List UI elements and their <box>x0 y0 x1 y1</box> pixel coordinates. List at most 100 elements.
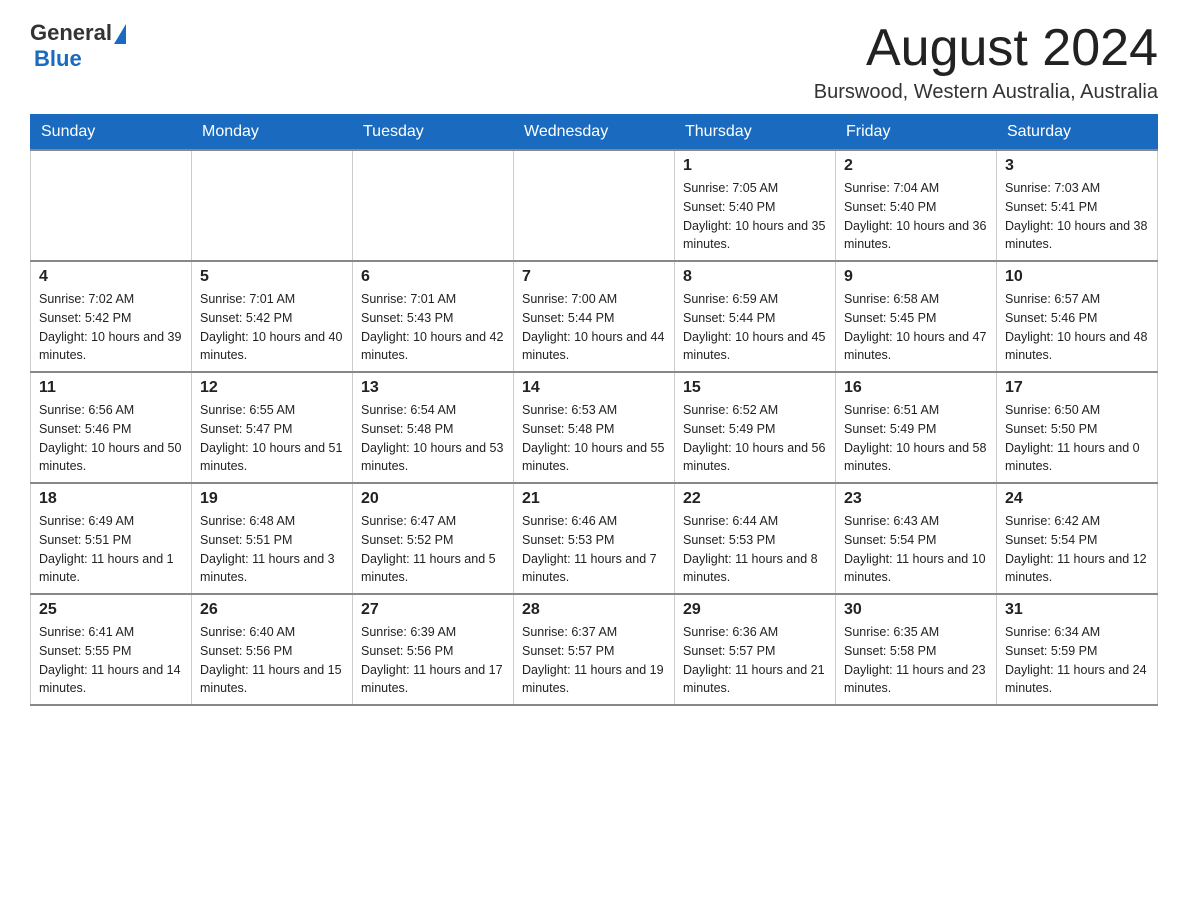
logo-triangle-icon <box>114 24 126 44</box>
day-info: Sunrise: 6:43 AM Sunset: 5:54 PM Dayligh… <box>844 512 988 587</box>
day-info: Sunrise: 6:37 AM Sunset: 5:57 PM Dayligh… <box>522 623 666 698</box>
day-number: 16 <box>844 379 988 397</box>
calendar-week-3: 11 Sunrise: 6:56 AM Sunset: 5:46 PM Dayli… <box>31 372 1158 483</box>
day-number: 7 <box>522 268 666 286</box>
location-label: Burswood, Western Australia, Australia <box>814 81 1158 104</box>
weekday-header-monday: Monday <box>192 115 353 151</box>
calendar-cell: 19 Sunrise: 6:48 AM Sunset: 5:51 PM Dayli… <box>192 483 353 594</box>
day-info: Sunrise: 6:54 AM Sunset: 5:48 PM Dayligh… <box>361 401 505 476</box>
day-number: 26 <box>200 601 344 619</box>
day-info: Sunrise: 7:01 AM Sunset: 5:42 PM Dayligh… <box>200 290 344 365</box>
calendar-header-row: SundayMondayTuesdayWednesdayThursdayFrid… <box>31 115 1158 151</box>
day-info: Sunrise: 6:34 AM Sunset: 5:59 PM Dayligh… <box>1005 623 1149 698</box>
day-info: Sunrise: 6:52 AM Sunset: 5:49 PM Dayligh… <box>683 401 827 476</box>
calendar-cell: 2Sunrise: 7:04 AM Sunset: 5:40 PM Daylig… <box>836 150 997 261</box>
weekday-header-thursday: Thursday <box>675 115 836 151</box>
calendar-week-4: 18 Sunrise: 6:49 AM Sunset: 5:51 PM Dayli… <box>31 483 1158 594</box>
day-number: 31 <box>1005 601 1149 619</box>
calendar-cell: 10 Sunrise: 6:57 AM Sunset: 5:46 PM Dayli… <box>997 261 1158 372</box>
logo-general-text: General <box>30 20 112 46</box>
day-number: 25 <box>39 601 183 619</box>
day-info: Sunrise: 7:02 AM Sunset: 5:42 PM Dayligh… <box>39 290 183 365</box>
day-info: Sunrise: 7:05 AM Sunset: 5:40 PM Dayligh… <box>683 179 827 254</box>
day-info: Sunrise: 6:42 AM Sunset: 5:54 PM Dayligh… <box>1005 512 1149 587</box>
calendar-table: SundayMondayTuesdayWednesdayThursdayFrid… <box>30 114 1158 706</box>
day-number: 27 <box>361 601 505 619</box>
day-info: Sunrise: 6:53 AM Sunset: 5:48 PM Dayligh… <box>522 401 666 476</box>
calendar-cell: 26 Sunrise: 6:40 AM Sunset: 5:56 PM Dayli… <box>192 594 353 705</box>
day-number: 18 <box>39 490 183 508</box>
day-number: 13 <box>361 379 505 397</box>
day-number: 17 <box>1005 379 1149 397</box>
day-info: Sunrise: 6:36 AM Sunset: 5:57 PM Dayligh… <box>683 623 827 698</box>
calendar-cell <box>31 150 192 261</box>
calendar-cell: 5 Sunrise: 7:01 AM Sunset: 5:42 PM Daylig… <box>192 261 353 372</box>
page-header: General Blue August 2024 Burswood, Weste… <box>30 20 1158 104</box>
calendar-cell: 4 Sunrise: 7:02 AM Sunset: 5:42 PM Daylig… <box>31 261 192 372</box>
day-info: Sunrise: 6:56 AM Sunset: 5:46 PM Dayligh… <box>39 401 183 476</box>
weekday-header-wednesday: Wednesday <box>514 115 675 151</box>
calendar-cell: 31 Sunrise: 6:34 AM Sunset: 5:59 PM Dayli… <box>997 594 1158 705</box>
calendar-cell: 13 Sunrise: 6:54 AM Sunset: 5:48 PM Dayli… <box>353 372 514 483</box>
calendar-cell <box>353 150 514 261</box>
day-number: 23 <box>844 490 988 508</box>
day-number: 15 <box>683 379 827 397</box>
month-title: August 2024 <box>814 20 1158 77</box>
weekday-header-tuesday: Tuesday <box>353 115 514 151</box>
day-info: Sunrise: 6:49 AM Sunset: 5:51 PM Dayligh… <box>39 512 183 587</box>
day-info: Sunrise: 6:40 AM Sunset: 5:56 PM Dayligh… <box>200 623 344 698</box>
day-info: Sunrise: 6:39 AM Sunset: 5:56 PM Dayligh… <box>361 623 505 698</box>
day-info: Sunrise: 7:04 AM Sunset: 5:40 PM Dayligh… <box>844 179 988 254</box>
day-number: 11 <box>39 379 183 397</box>
day-number: 4 <box>39 268 183 286</box>
day-info: Sunrise: 7:03 AM Sunset: 5:41 PM Dayligh… <box>1005 179 1149 254</box>
calendar-cell: 1 Sunrise: 7:05 AM Sunset: 5:40 PM Daylig… <box>675 150 836 261</box>
calendar-cell: 27 Sunrise: 6:39 AM Sunset: 5:56 PM Dayli… <box>353 594 514 705</box>
logo-blue-text: Blue <box>34 46 82 72</box>
day-info: Sunrise: 6:59 AM Sunset: 5:44 PM Dayligh… <box>683 290 827 365</box>
calendar-cell: 18 Sunrise: 6:49 AM Sunset: 5:51 PM Dayli… <box>31 483 192 594</box>
day-info: Sunrise: 6:41 AM Sunset: 5:55 PM Dayligh… <box>39 623 183 698</box>
day-number: 29 <box>683 601 827 619</box>
day-info: Sunrise: 6:46 AM Sunset: 5:53 PM Dayligh… <box>522 512 666 587</box>
day-number: 10 <box>1005 268 1149 286</box>
calendar-cell: 30Sunrise: 6:35 AM Sunset: 5:58 PM Dayli… <box>836 594 997 705</box>
calendar-cell: 11 Sunrise: 6:56 AM Sunset: 5:46 PM Dayli… <box>31 372 192 483</box>
title-section: August 2024 Burswood, Western Australia,… <box>814 20 1158 104</box>
day-number: 20 <box>361 490 505 508</box>
day-number: 3 <box>1005 157 1149 175</box>
calendar-cell: 24Sunrise: 6:42 AM Sunset: 5:54 PM Dayli… <box>997 483 1158 594</box>
calendar-cell: 29 Sunrise: 6:36 AM Sunset: 5:57 PM Dayli… <box>675 594 836 705</box>
day-info: Sunrise: 6:57 AM Sunset: 5:46 PM Dayligh… <box>1005 290 1149 365</box>
calendar-cell: 17 Sunrise: 6:50 AM Sunset: 5:50 PM Dayli… <box>997 372 1158 483</box>
day-info: Sunrise: 7:00 AM Sunset: 5:44 PM Dayligh… <box>522 290 666 365</box>
day-number: 22 <box>683 490 827 508</box>
calendar-cell: 3 Sunrise: 7:03 AM Sunset: 5:41 PM Daylig… <box>997 150 1158 261</box>
calendar-cell: 28Sunrise: 6:37 AM Sunset: 5:57 PM Dayli… <box>514 594 675 705</box>
weekday-header-saturday: Saturday <box>997 115 1158 151</box>
calendar-week-2: 4 Sunrise: 7:02 AM Sunset: 5:42 PM Daylig… <box>31 261 1158 372</box>
day-number: 9 <box>844 268 988 286</box>
day-number: 6 <box>361 268 505 286</box>
calendar-week-1: 1 Sunrise: 7:05 AM Sunset: 5:40 PM Daylig… <box>31 150 1158 261</box>
calendar-cell: 16 Sunrise: 6:51 AM Sunset: 5:49 PM Dayli… <box>836 372 997 483</box>
calendar-cell: 21Sunrise: 6:46 AM Sunset: 5:53 PM Dayli… <box>514 483 675 594</box>
calendar-week-5: 25 Sunrise: 6:41 AM Sunset: 5:55 PM Dayli… <box>31 594 1158 705</box>
day-info: Sunrise: 6:48 AM Sunset: 5:51 PM Dayligh… <box>200 512 344 587</box>
day-number: 5 <box>200 268 344 286</box>
calendar-cell: 20 Sunrise: 6:47 AM Sunset: 5:52 PM Dayli… <box>353 483 514 594</box>
calendar-cell <box>192 150 353 261</box>
day-number: 1 <box>683 157 827 175</box>
day-number: 14 <box>522 379 666 397</box>
calendar-cell: 25 Sunrise: 6:41 AM Sunset: 5:55 PM Dayli… <box>31 594 192 705</box>
day-info: Sunrise: 6:35 AM Sunset: 5:58 PM Dayligh… <box>844 623 988 698</box>
day-number: 19 <box>200 490 344 508</box>
day-info: Sunrise: 6:47 AM Sunset: 5:52 PM Dayligh… <box>361 512 505 587</box>
day-info: Sunrise: 6:50 AM Sunset: 5:50 PM Dayligh… <box>1005 401 1149 476</box>
day-number: 8 <box>683 268 827 286</box>
day-info: Sunrise: 6:51 AM Sunset: 5:49 PM Dayligh… <box>844 401 988 476</box>
calendar-cell: 12Sunrise: 6:55 AM Sunset: 5:47 PM Dayli… <box>192 372 353 483</box>
weekday-header-friday: Friday <box>836 115 997 151</box>
logo: General Blue <box>30 20 126 72</box>
calendar-cell: 15 Sunrise: 6:52 AM Sunset: 5:49 PM Dayli… <box>675 372 836 483</box>
